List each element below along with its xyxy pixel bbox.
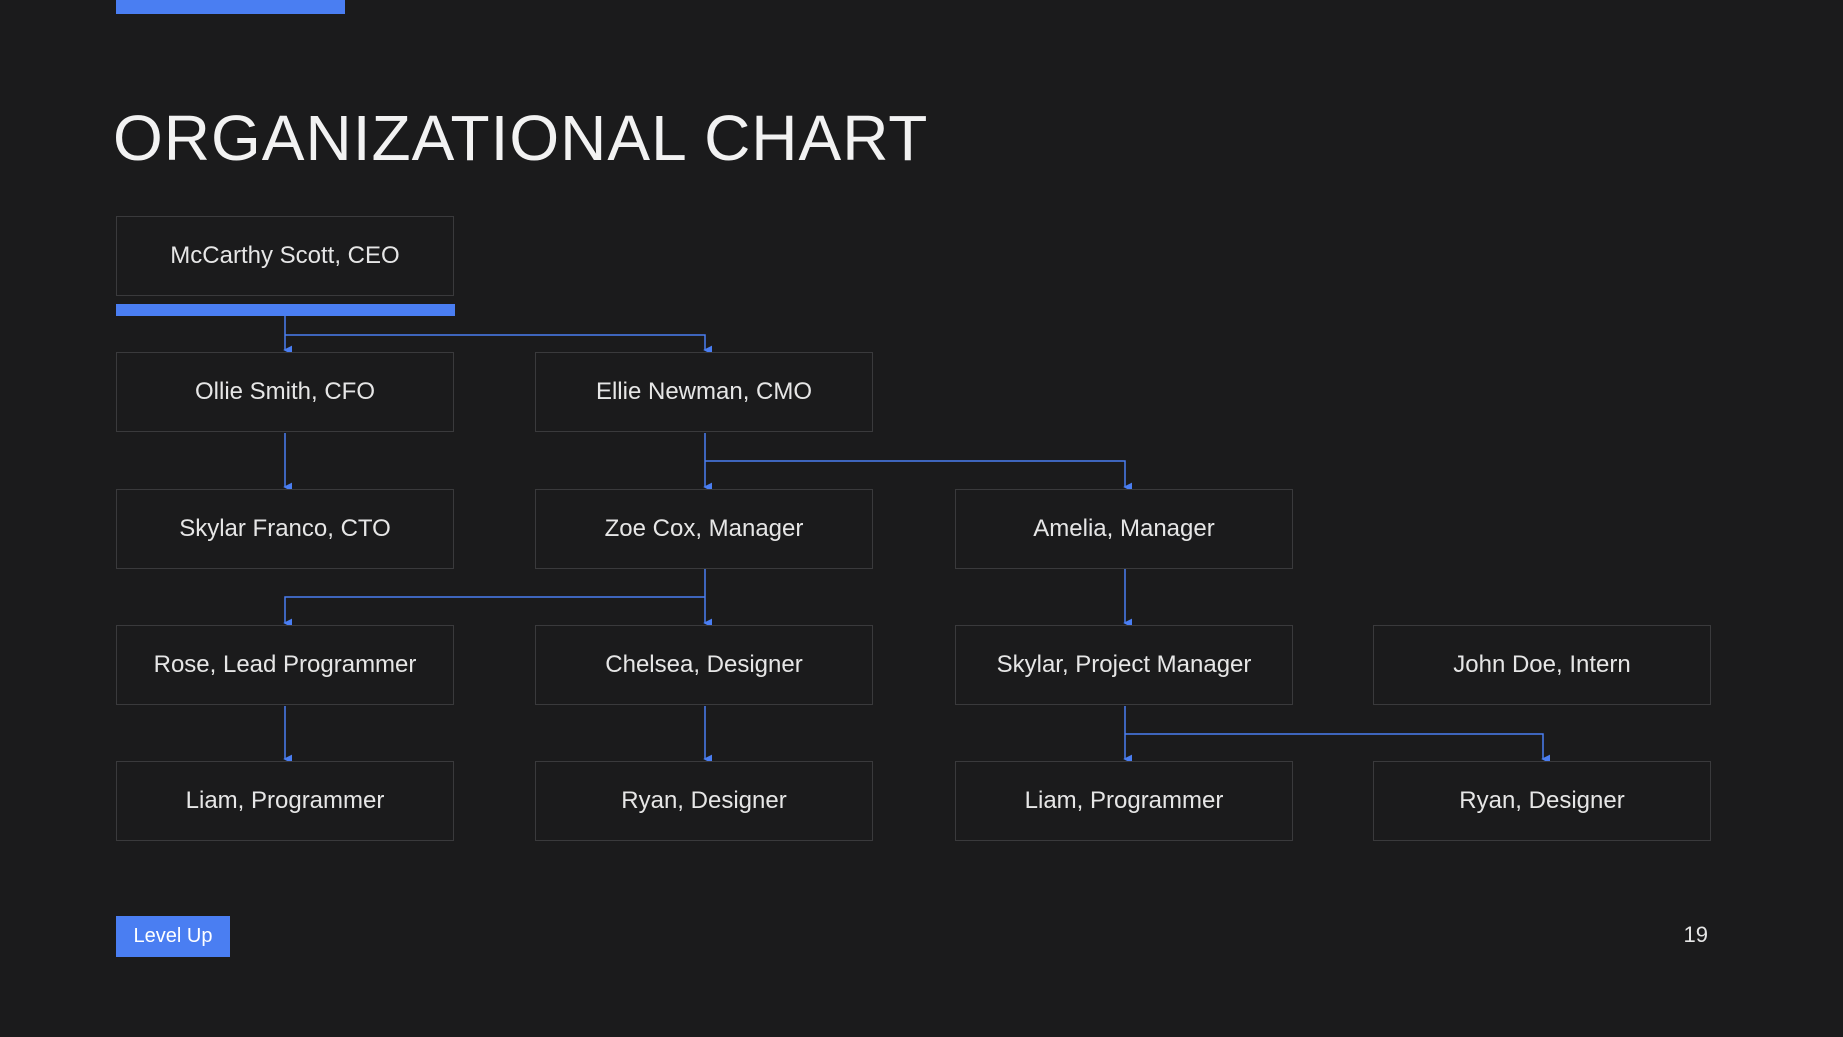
node-programmer-liam-1: Liam, Programmer	[116, 761, 454, 841]
connector-cmo-amelia	[705, 460, 1133, 492]
node-manager-zoe: Zoe Cox, Manager	[535, 489, 873, 569]
node-cmo: Ellie Newman, CMO	[535, 352, 873, 432]
node-designer-chelsea: Chelsea, Designer	[535, 625, 873, 705]
ceo-accent-bar	[116, 304, 455, 316]
connector-zoe-rose	[283, 596, 705, 628]
node-intern: John Doe, Intern	[1373, 625, 1711, 705]
node-designer-ryan-1: Ryan, Designer	[535, 761, 873, 841]
node-cfo: Ollie Smith, CFO	[116, 352, 454, 432]
connector-ceo-cmo	[285, 334, 713, 355]
node-designer-ryan-2: Ryan, Designer	[1373, 761, 1711, 841]
node-manager-amelia: Amelia, Manager	[955, 489, 1293, 569]
node-lead-programmer: Rose, Lead Programmer	[116, 625, 454, 705]
node-ceo: McCarthy Scott, CEO	[116, 216, 454, 296]
connector-pm-ryan	[1125, 733, 1551, 764]
node-project-manager: Skylar, Project Manager	[955, 625, 1293, 705]
page-number: 19	[1683, 922, 1708, 947]
node-programmer-liam-2: Liam, Programmer	[955, 761, 1293, 841]
level-up-badge: Level Up	[116, 916, 230, 957]
node-cto: Skylar Franco, CTO	[116, 489, 454, 569]
